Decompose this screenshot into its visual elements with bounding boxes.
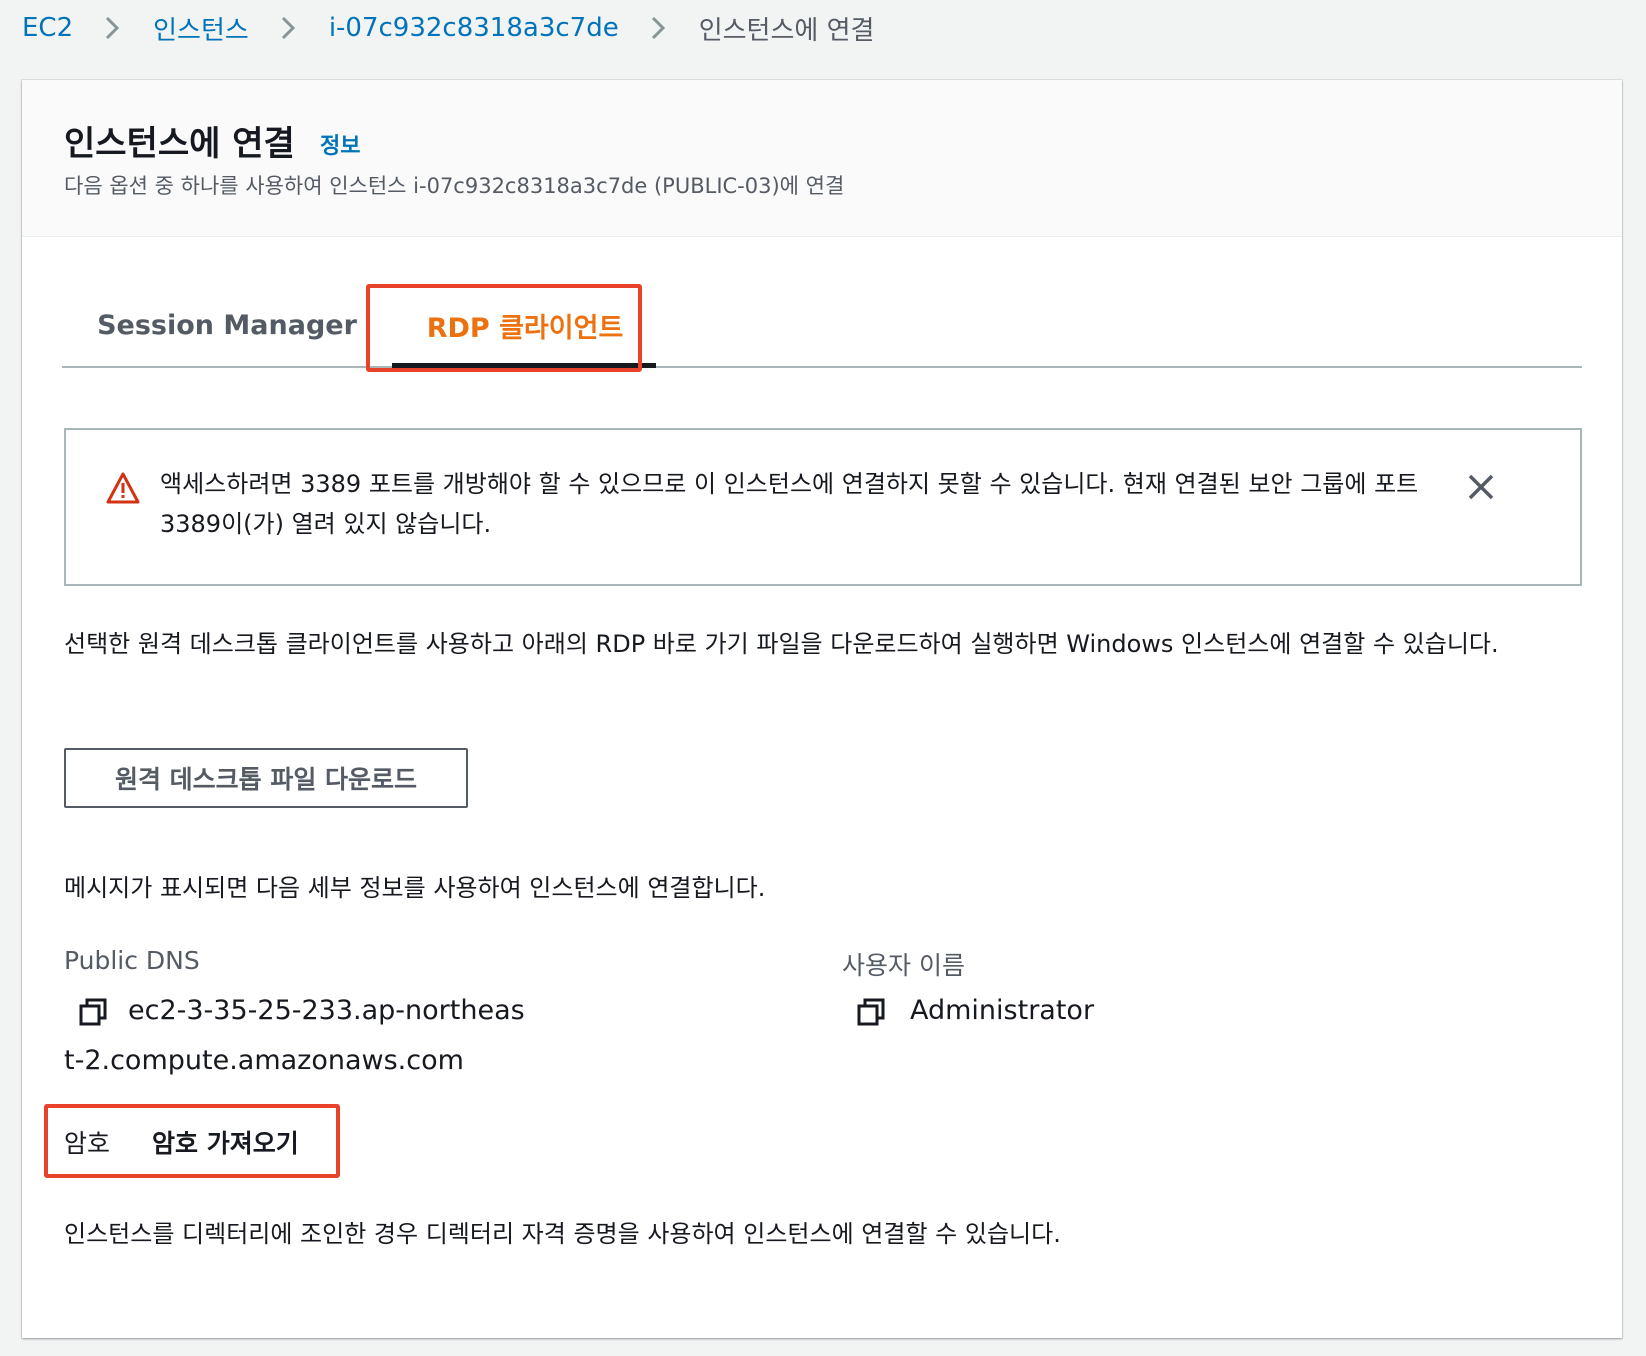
page-title: 인스턴스에 연결 (64, 124, 295, 164)
page-description: 다음 옵션 중 하나를 사용하여 인스턴스 i-07c932c8318a3c7d… (64, 174, 845, 198)
alert-message: 액세스하려면 3389 포트를 개방해야 할 수 있으므로 이 인스턴스에 연결… (160, 470, 1419, 538)
chevron-right-icon (273, 13, 303, 43)
password-label: 암호 (64, 1129, 111, 1158)
tab-rdp-client[interactable]: RDP 클라이언트 (392, 285, 658, 366)
public-dns-value: ec2-3-35-25-233.ap-northeast-2.compute.a… (64, 995, 525, 1076)
download-rdp-file-button[interactable]: 원격 데스크톱 파일 다운로드 (64, 748, 468, 808)
breadcrumb-current: 인스턴스에 연결 (698, 15, 875, 46)
directory-credentials-text: 인스턴스를 디렉터리에 조인한 경우 디렉터리 자격 증명을 사용하여 인스턴스… (64, 1220, 1061, 1248)
connection-prompt-text: 메시지가 표시되면 다음 세부 정보를 사용하여 인스턴스에 연결합니다. (64, 874, 766, 902)
chevron-right-icon (97, 13, 127, 43)
breadcrumb-ec2[interactable]: EC2 (22, 13, 73, 43)
warning-alert: 액세스하려면 3389 포트를 개방해야 할 수 있으므로 이 인스턴스에 연결… (64, 428, 1582, 586)
close-icon[interactable] (1464, 470, 1498, 504)
connect-panel: 인스턴스에 연결 정보 다음 옵션 중 하나를 사용하여 인스턴스 i-07c9… (22, 80, 1622, 1338)
username-value: Administrator (910, 995, 1095, 1026)
breadcrumb-instance-id[interactable]: i-07c932c8318a3c7de (329, 13, 619, 43)
rdp-description: 선택한 원격 데스크톱 클라이언트를 사용하고 아래의 RDP 바로 가기 파일… (64, 630, 1499, 658)
breadcrumb-instances[interactable]: 인스턴스 (153, 10, 249, 47)
tab-session-manager[interactable]: Session Manager (97, 285, 357, 366)
selected-tab-indicator (392, 363, 656, 368)
panel-header: 인스턴스에 연결 정보 다음 옵션 중 하나를 사용하여 인스턴스 i-07c9… (22, 80, 1622, 237)
warning-icon (106, 472, 140, 504)
tabs-bar: Session Manager RDP 클라이언트 (62, 285, 1582, 368)
username-label: 사용자 이름 (842, 951, 965, 980)
public-dns-label: Public DNS (64, 946, 200, 975)
get-password-link[interactable]: 암호 가져오기 (152, 1124, 299, 1160)
info-link[interactable]: 정보 (320, 128, 360, 160)
copy-icon[interactable] (856, 997, 886, 1027)
breadcrumb: EC2 인스턴스 i-07c932c8318a3c7de 인스턴스에 연결 (22, 8, 874, 48)
chevron-right-icon (643, 13, 673, 43)
